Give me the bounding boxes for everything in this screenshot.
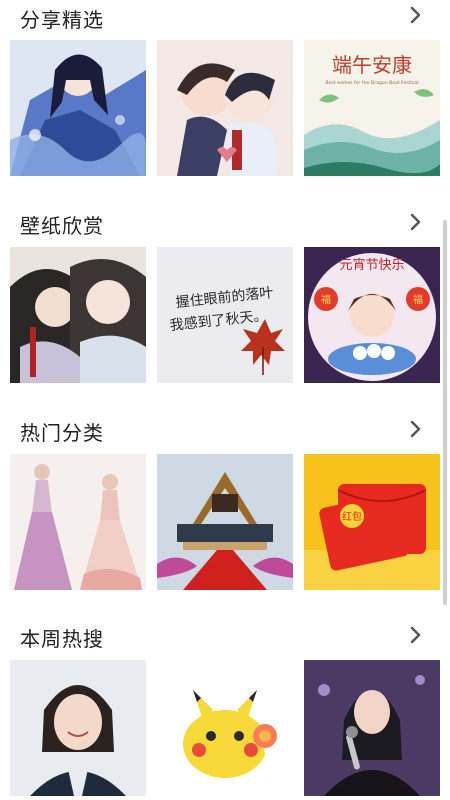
section-header[interactable]: 壁纸欣赏 xyxy=(0,205,450,245)
lantern-badge-left: 福 xyxy=(321,293,331,306)
chevron-right-icon[interactable] xyxy=(404,418,426,440)
anime-couple-chibi-image[interactable] xyxy=(157,40,293,176)
dragon-boat-festival-card-image[interactable]: 端午安康 Best wishes for the Dragon Boat Fes… xyxy=(304,40,440,176)
section-wallpapers: 壁纸欣赏 握住眼前的落叶 我感到了秋天。 元宵节快乐 福 福 xyxy=(0,205,450,385)
image-row: 握住眼前的落叶 我感到了秋天。 元宵节快乐 福 福 xyxy=(0,247,450,387)
section-title: 本周热搜 xyxy=(20,627,104,651)
section-title: 分享精选 xyxy=(20,8,104,32)
image-row: 红包 xyxy=(0,454,450,594)
anime-girl-blue-dress-image[interactable] xyxy=(10,40,146,176)
gallery-page: 分享精选 端午安康 Best wishes for the Dragon Boa… xyxy=(0,0,450,800)
festival-title-text: 端午安康 xyxy=(332,53,412,77)
red-envelope-image[interactable]: 红包 xyxy=(304,454,440,590)
section-header[interactable]: 本周热搜 xyxy=(0,618,450,658)
chevron-right-icon[interactable] xyxy=(404,211,426,233)
chevron-right-icon[interactable] xyxy=(404,624,426,646)
lantern-badge-right: 福 xyxy=(413,293,423,306)
red-envelope-label: 红包 xyxy=(342,510,362,523)
anime-two-men-image[interactable] xyxy=(10,247,146,383)
chevron-right-icon[interactable] xyxy=(404,4,426,26)
lantern-greeting-text: 元宵节快乐 xyxy=(339,257,404,273)
pikachu-lollipop-image[interactable] xyxy=(157,660,293,796)
lantern-festival-girl-image[interactable]: 元宵节快乐 福 福 xyxy=(304,247,440,383)
section-hot-categories: 热门分类 红包 xyxy=(0,412,450,592)
section-weekly-trending: 本周热搜 xyxy=(0,618,450,800)
festival-subtitle-text: Best wishes for the Dragon Boat Festival xyxy=(325,80,418,86)
image-row: 端午安康 Best wishes for the Dragon Boat Fes… xyxy=(0,40,450,180)
singer-with-microphone-image[interactable] xyxy=(304,660,440,796)
smiling-woman-portrait-image[interactable] xyxy=(10,660,146,796)
scrollbar[interactable] xyxy=(443,220,447,605)
section-share-picks: 分享精选 端午安康 Best wishes for the Dragon Boa… xyxy=(0,0,450,180)
palace-red-carpet-image[interactable] xyxy=(157,454,293,590)
pink-gown-dress-image[interactable] xyxy=(10,454,146,590)
section-header[interactable]: 热门分类 xyxy=(0,412,450,452)
section-header[interactable]: 分享精选 xyxy=(0,0,450,40)
handwritten-maple-leaf-image[interactable]: 握住眼前的落叶 我感到了秋天。 xyxy=(157,247,293,383)
section-title: 壁纸欣赏 xyxy=(20,214,104,238)
image-row xyxy=(0,660,450,800)
section-title: 热门分类 xyxy=(20,421,104,445)
